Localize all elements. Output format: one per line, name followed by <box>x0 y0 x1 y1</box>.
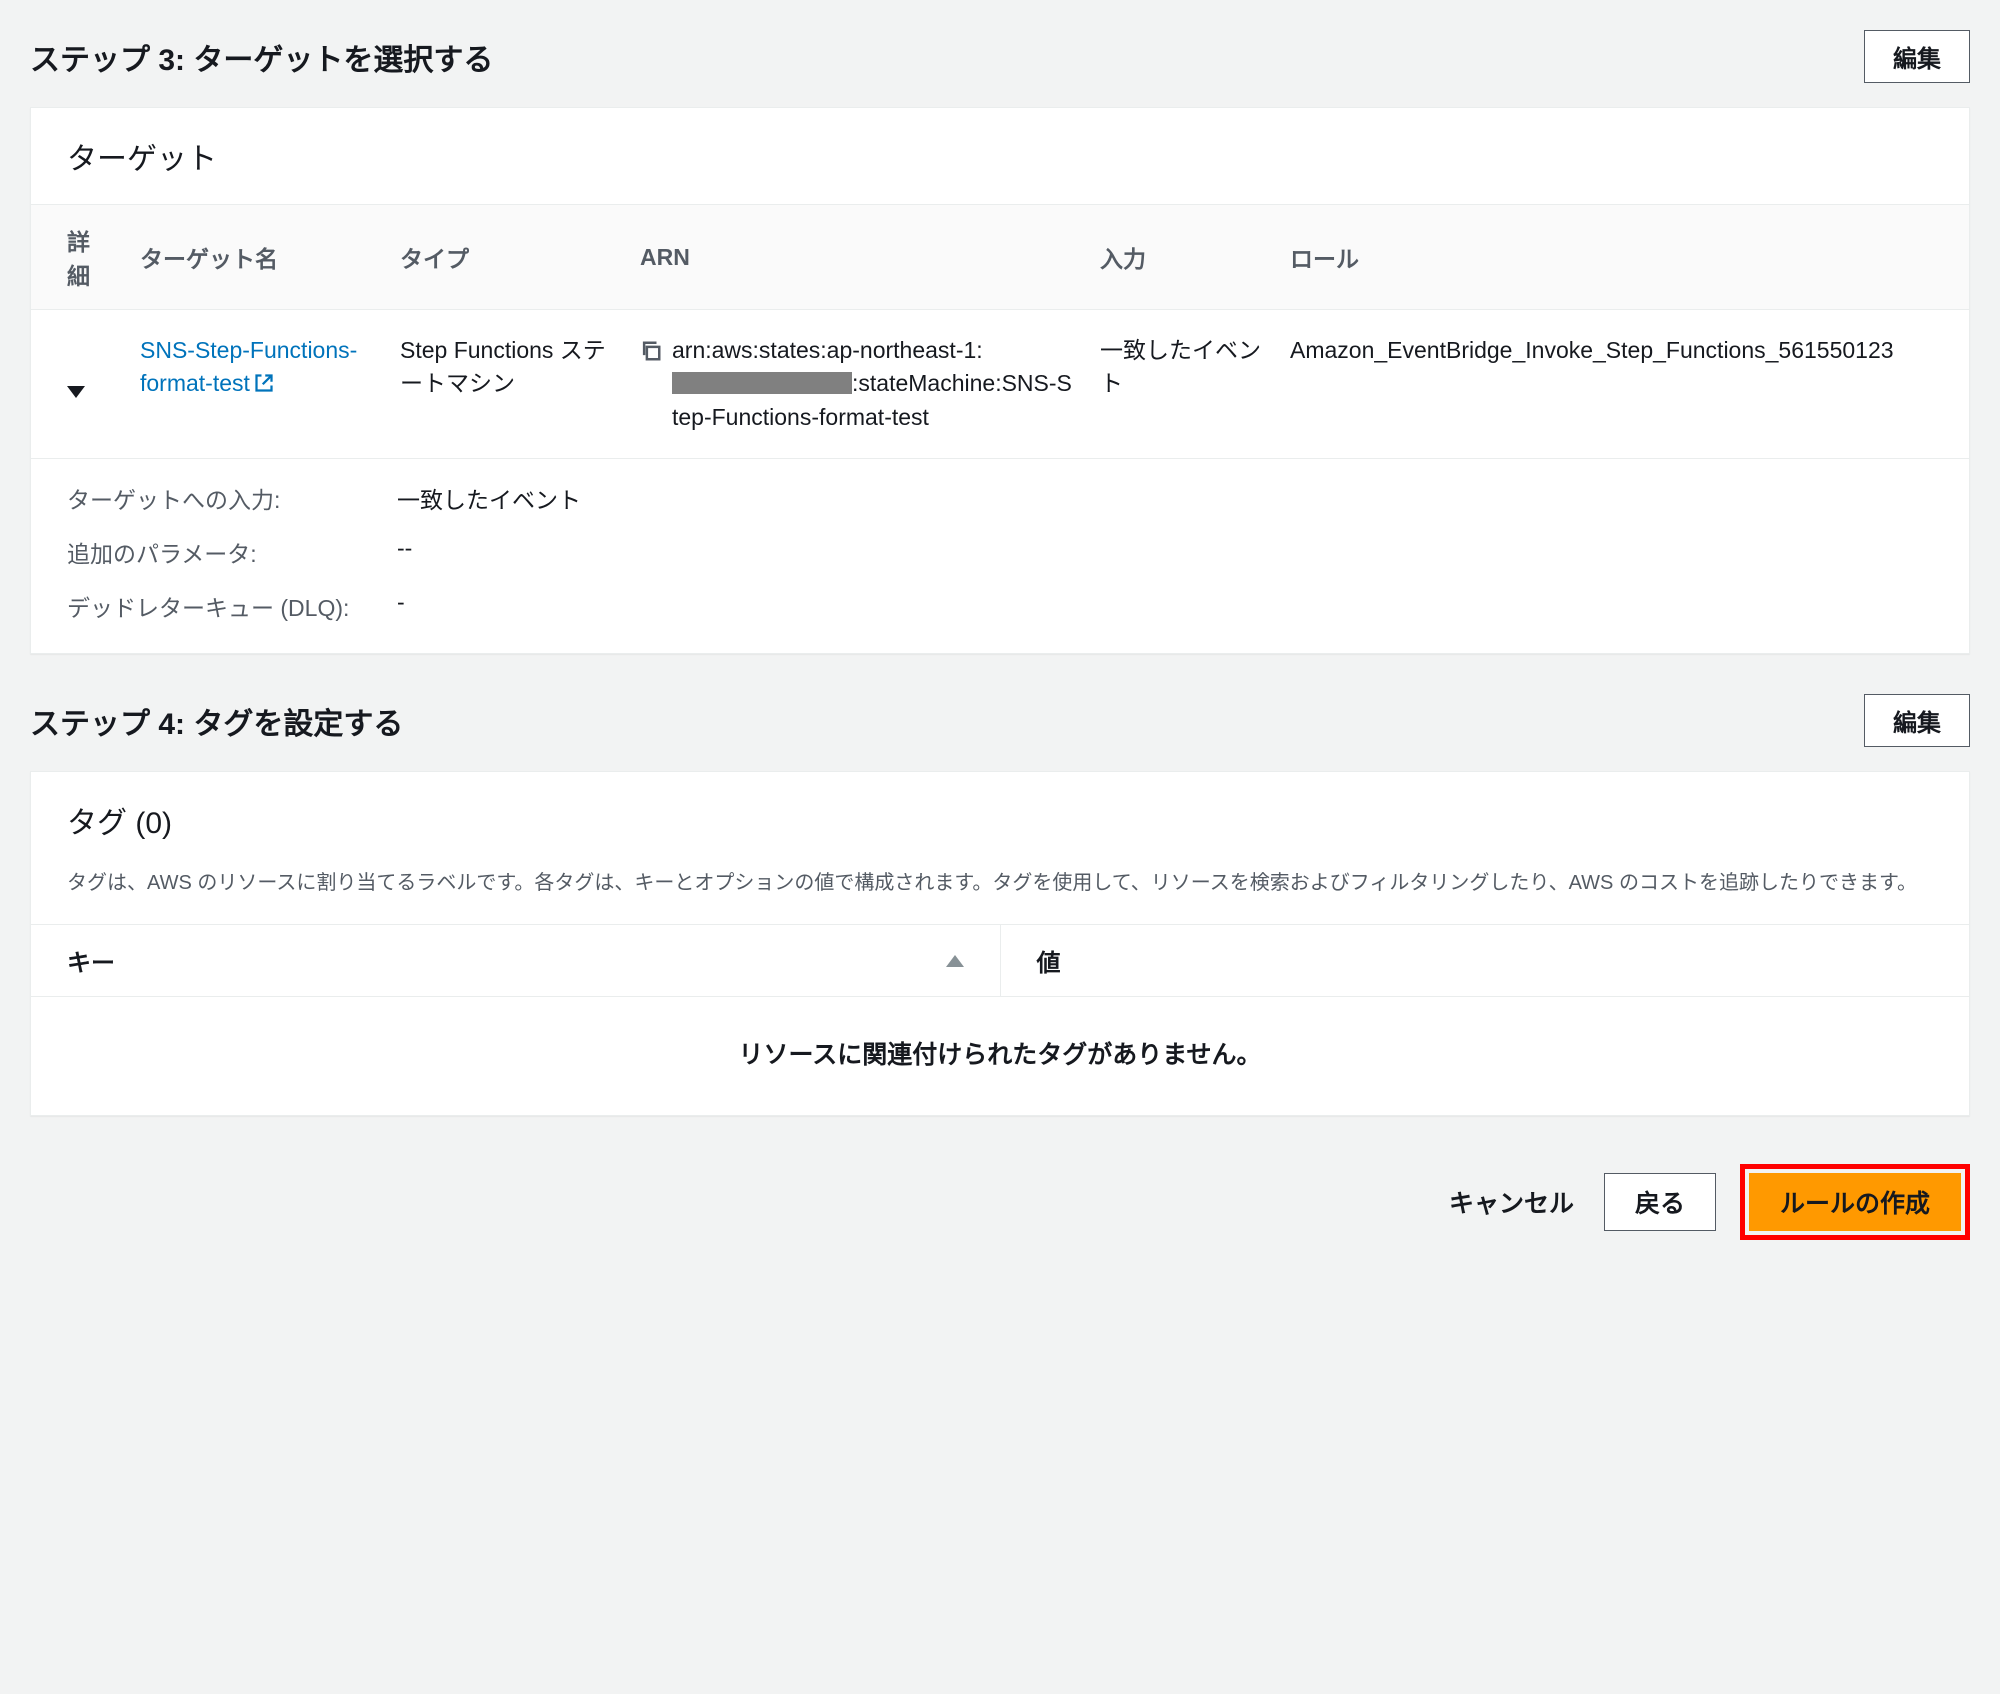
copy-arn-icon[interactable] <box>640 338 662 360</box>
cancel-button[interactable]: キャンセル <box>1443 1183 1580 1221</box>
target-type: Step Functions ステートマシン <box>386 310 626 459</box>
target-name-text: SNS-Step-Functions-format-test <box>140 337 357 396</box>
tags-table-header: キー 値 <box>31 924 1969 997</box>
sort-asc-icon <box>946 955 964 967</box>
th-role[interactable]: ロール <box>1276 205 1969 310</box>
create-button-highlight: ルールの作成 <box>1740 1164 1970 1240</box>
step3-title: ステップ 3: ターゲットを選択する <box>30 35 493 79</box>
table-row: SNS-Step-Functions-format-test Step Func… <box>31 310 1969 459</box>
th-input[interactable]: 入力 <box>1086 205 1276 310</box>
kv-extra-params-label: 追加のパラメータ: <box>67 535 397 569</box>
th-tag-value[interactable]: 値 <box>1001 925 1970 996</box>
targets-panel: ターゲット 詳細 ターゲット名 タイプ ARN 入力 ロール SNS-Step-… <box>30 107 1970 654</box>
expand-row-icon[interactable] <box>67 386 85 398</box>
step4-title: ステップ 4: タグを設定する <box>30 699 403 743</box>
wizard-footer: キャンセル 戻る ルールの作成 <box>30 1156 1970 1244</box>
kv-target-input-value: 一致したイベント <box>397 481 581 515</box>
targets-table: 詳細 ターゲット名 タイプ ARN 入力 ロール SNS-Step-Functi… <box>31 204 1969 459</box>
tags-panel-desc: タグは、AWS のリソースに割り当てるラベルです。各タグは、キーとオプションの値… <box>31 868 1969 924</box>
kv-dlq-label: デッドレターキュー (DLQ): <box>67 589 397 623</box>
edit-step4-button[interactable]: 編集 <box>1864 694 1970 747</box>
tags-empty-message: リソースに関連付けられたタグがありません。 <box>31 997 1969 1115</box>
target-name-link[interactable]: SNS-Step-Functions-format-test <box>140 337 357 396</box>
back-button[interactable]: 戻る <box>1604 1173 1716 1231</box>
kv-target-input-label: ターゲットへの入力: <box>67 481 397 515</box>
target-input: 一致したイベント <box>1086 310 1276 459</box>
th-arn[interactable]: ARN <box>626 205 1086 310</box>
th-type[interactable]: タイプ <box>386 205 626 310</box>
th-tag-key-label: キー <box>67 943 115 978</box>
external-link-icon <box>254 369 274 389</box>
th-name[interactable]: ターゲット名 <box>126 205 386 310</box>
th-tag-key[interactable]: キー <box>31 925 1001 996</box>
th-tag-value-label: 値 <box>1037 943 1061 978</box>
kv-extra-params-value: -- <box>397 535 412 569</box>
targets-panel-title: ターゲット <box>31 108 1969 204</box>
kv-dlq-value: - <box>397 589 405 623</box>
th-details[interactable]: 詳細 <box>31 205 126 310</box>
target-role: Amazon_EventBridge_Invoke_Step_Functions… <box>1276 310 1969 459</box>
target-arn: arn:aws:states:ap-northeast-1::stateMach… <box>672 334 1072 434</box>
create-rule-button[interactable]: ルールの作成 <box>1749 1173 1961 1231</box>
redacted-account <box>672 372 852 394</box>
tags-panel-title: タグ (0) <box>31 772 1969 868</box>
tags-panel: タグ (0) タグは、AWS のリソースに割り当てるラベルです。各タグは、キーと… <box>30 771 1970 1116</box>
edit-step3-button[interactable]: 編集 <box>1864 30 1970 83</box>
